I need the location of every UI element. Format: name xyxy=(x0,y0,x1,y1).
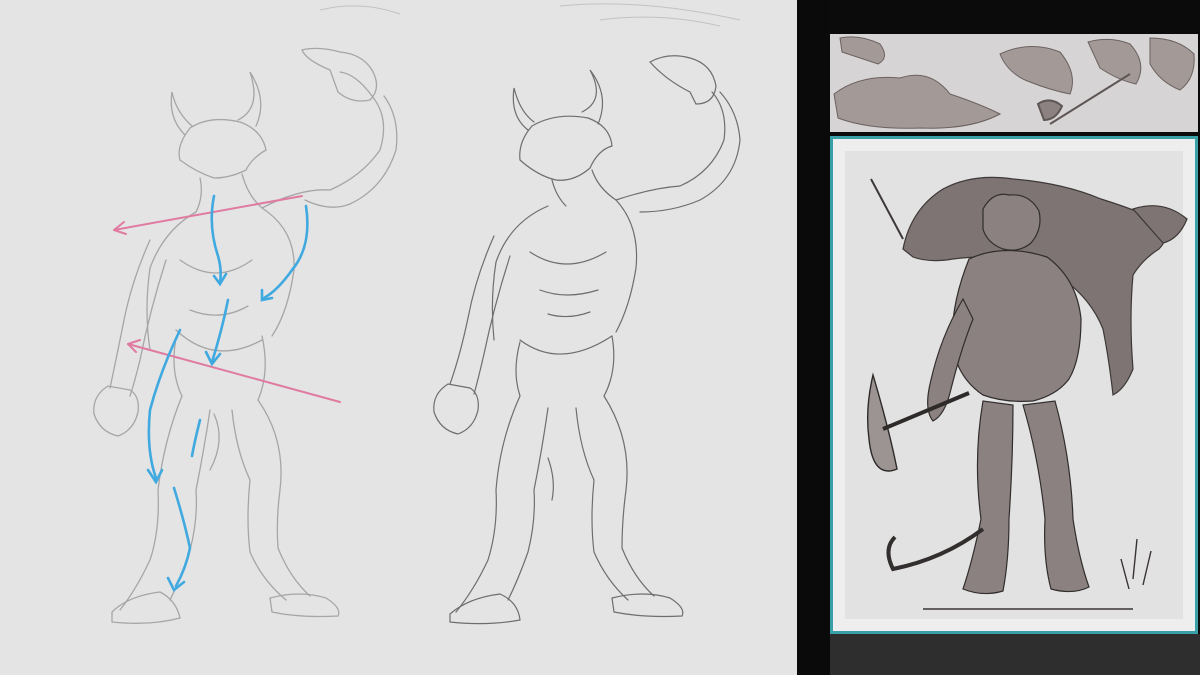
minotaur-reference-art xyxy=(833,139,1195,631)
reference-panel-footer xyxy=(830,634,1200,675)
drawing-canvas[interactable] xyxy=(0,0,797,675)
reference-thumbnail-strip xyxy=(830,34,1198,132)
lineart-figure xyxy=(433,55,741,625)
gesture-sketch-figure xyxy=(93,47,398,624)
panel-divider xyxy=(797,0,830,675)
reference-painting xyxy=(830,136,1198,634)
reference-panel xyxy=(830,0,1200,675)
canvas-art xyxy=(93,3,741,625)
reference-thumbnail-art xyxy=(833,36,1195,129)
blue-flow-arrows xyxy=(146,194,309,593)
